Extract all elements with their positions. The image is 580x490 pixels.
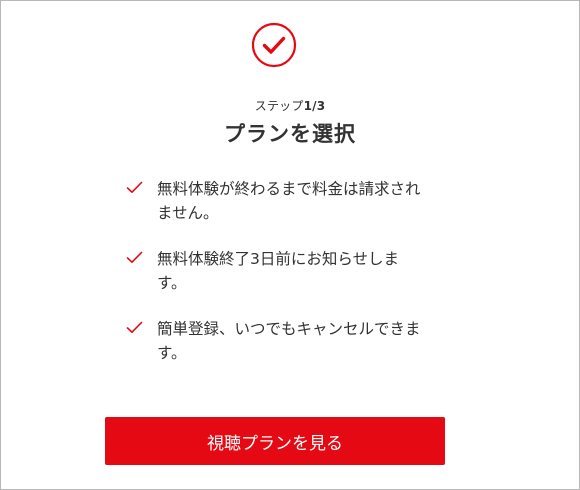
benefit-item: 簡単登録、いつでもキャンセルできます。	[125, 317, 425, 365]
page-title: プランを選択	[224, 122, 356, 146]
checkmark-icon	[126, 181, 143, 193]
benefit-item: 無料体験が終わるまで料金は請求されません。	[125, 177, 425, 225]
benefit-text: 簡単登録、いつでもキャンセルできます。	[157, 320, 421, 362]
benefit-text: 無料体験終了3日前にお知らせします。	[157, 250, 400, 292]
benefit-text: 無料体験が終わるまで料金は請求されません。	[157, 180, 421, 222]
step-prefix: ステップ	[254, 99, 304, 113]
checkmark-icon	[126, 321, 143, 333]
benefit-list: 無料体験が終わるまで料金は請求されません。 無料体験終了3日前にお知らせします。…	[125, 177, 425, 365]
signup-step-panel: ステップ1/3 プランを選択 無料体験が終わるまで料金は請求されません。 無料体…	[0, 0, 580, 490]
see-plans-button[interactable]: 視聴プランを見る	[105, 417, 445, 465]
step-count: 1/3	[303, 99, 326, 113]
step-indicator: ステップ1/3	[1, 97, 579, 114]
benefit-item: 無料体験終了3日前にお知らせします。	[125, 247, 425, 295]
check-circle-icon	[251, 22, 297, 68]
checkmark-icon	[126, 251, 143, 263]
